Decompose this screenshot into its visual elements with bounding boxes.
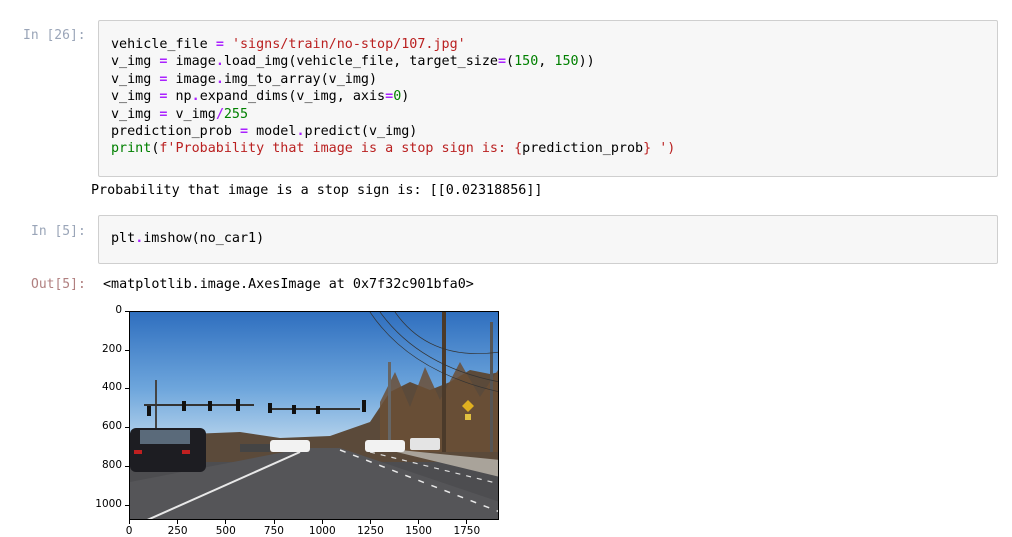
x-tick-mark [321,520,323,524]
code-token: = [240,124,249,139]
code-token: prediction_prob [111,124,240,139]
code-token: v_img [111,106,160,122]
code-token: 150 [554,54,579,70]
y-tick-label: 800 [101,458,122,471]
code-token: . [296,124,305,139]
code-token: prediction_prob [522,141,644,157]
code-line: v_img = np.expand_dims(v_img, axis=0) [111,88,409,105]
code-line: v_img = image.img_to_array(v_img) [111,71,377,88]
imshow-plot: 0 200 400 600 800 1000 0 250 500 750 1000 1250 1500 1… [90,301,520,537]
code-line: v_img = v_img/255 [111,106,248,123]
y-tick-mark [125,311,129,312]
cell-1-output: Probability that image is a stop sign is… [91,183,543,198]
code-line: plt.imshow(no_car1) [111,230,264,247]
code-token: imshow(no_car1) [143,231,265,246]
code-token: = [385,89,394,105]
code-token: / [215,106,224,122]
code-line: v_img = image.load_img(vehicle_file, tar… [111,53,595,70]
code-token: model [248,124,297,139]
x-tick-mark [177,520,179,524]
code-token: v_img [111,54,160,70]
cell-1-in-prompt: In [26]: [23,28,86,43]
code-token: ') [651,141,676,157]
code-token: = [497,54,507,70]
code-token: . [215,71,224,87]
x-tick-mark [369,520,371,524]
y-tick-label: 400 [101,381,122,394]
x-tick-label: 1250 [357,525,384,537]
code-token: 150 [514,54,539,70]
x-tick-label: 0 [125,525,133,537]
x-tick-label: 1500 [405,525,432,537]
y-tick-label: 600 [101,420,122,433]
x-tick-label: 750 [263,525,284,537]
code-token: )) [578,54,595,70]
x-tick-mark [225,520,227,524]
code-token: } [643,141,652,157]
code-token: img_to_array(v_img) [223,71,378,87]
y-tick-label: 1000 [95,497,122,510]
code-token: image [167,54,216,70]
code-token: np [167,89,192,105]
code-line: print(f'Probability that image is a stop… [111,140,675,157]
code-token: predict(v_img) [304,124,418,139]
x-tick-label: 250 [167,525,188,537]
code-token: v_img [167,106,216,122]
x-tick-label: 1750 [453,525,481,537]
x-tick-mark [418,520,420,524]
code-token: . [215,54,224,70]
code-token: v_img [111,89,160,105]
y-tick-mark [125,504,129,506]
cell-2-in-prompt: In [5]: [31,224,86,239]
code-token: plt [111,231,136,246]
code-token: { [514,141,523,157]
y-tick-mark [125,349,129,351]
code-token: . [191,89,200,105]
y-tick-mark [125,388,129,390]
y-tick-mark [125,465,129,467]
x-tick-label: 500 [215,525,236,537]
cell-2-out-prompt: Out[5]: [31,277,86,292]
street-scene-image [130,312,498,519]
x-tick-mark [129,520,130,524]
code-token: v_img [111,71,160,87]
code-token: ( [506,54,515,70]
code-token: = [215,37,224,52]
code-line: prediction_prob = model.predict(v_img) [111,123,417,140]
cell-2-code-input[interactable]: plt.imshow(no_car1) [98,215,998,264]
x-tick-mark [466,520,468,524]
code-token: f'Probability that image is a stop sign … [159,141,515,157]
plot-axes [129,311,499,520]
x-tick-mark [273,520,275,524]
cell-2-output-repr: <matplotlib.image.AxesImage at 0x7f32c90… [103,277,474,292]
y-tick-label: 200 [101,342,122,355]
x-tick-label: 1000 [308,525,336,537]
cell-1-code-input[interactable]: vehicle_file = 'signs/train/no-stop/107.… [98,20,998,177]
code-token: ) [401,89,410,105]
y-tick-mark [125,427,129,429]
code-token: , [538,54,555,70]
code-token: 255 [223,106,249,122]
code-token: vehicle_file [111,37,216,52]
code-token: expand_dims(v_img, axis [199,89,386,105]
code-token: print [111,141,152,157]
code-token: 'signs/train/no-stop/107.jpg' [231,37,466,52]
y-tick-label: 0 [115,304,122,316]
code-token: image [167,71,216,87]
code-token: load_img(vehicle_file, target_size [223,54,498,70]
code-line: vehicle_file = 'signs/train/no-stop/107.… [111,36,466,53]
